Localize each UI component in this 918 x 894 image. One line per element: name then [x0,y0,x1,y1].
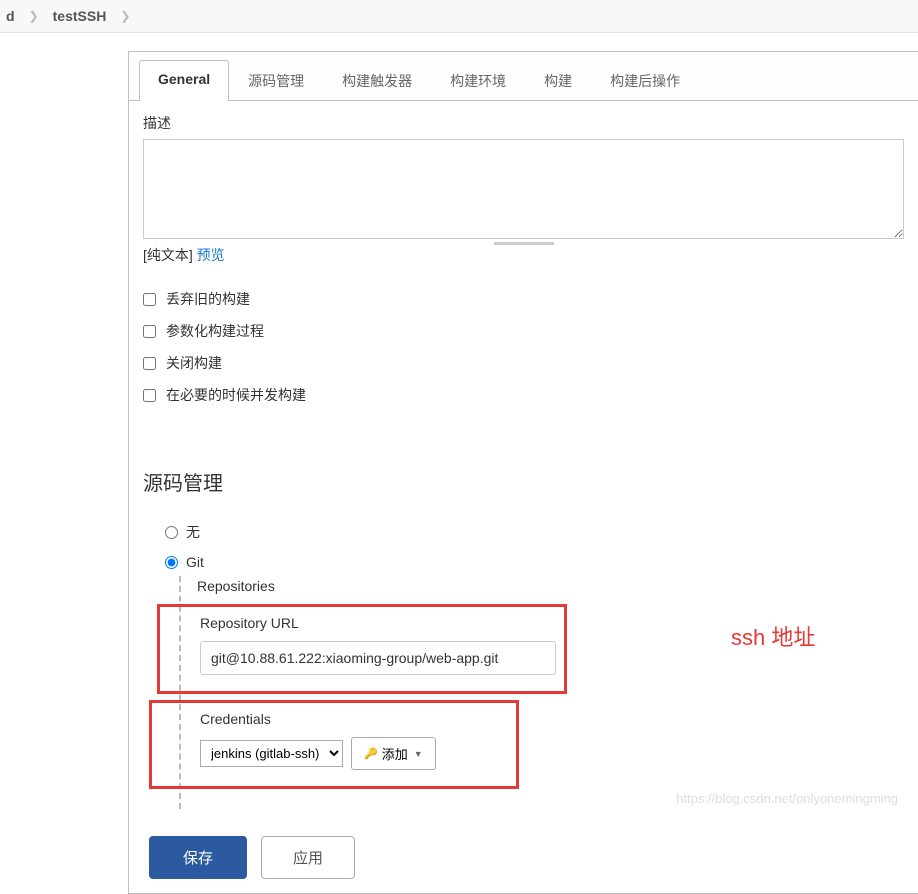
save-button[interactable]: 保存 [149,836,247,879]
tab-general[interactable]: General [139,60,229,101]
tab-post[interactable]: 构建后操作 [591,60,699,101]
chevron-down-icon: ▼ [414,749,423,759]
tab-triggers[interactable]: 构建触发器 [323,60,431,101]
tab-bar: General 源码管理 构建触发器 构建环境 构建 构建后操作 [129,52,918,101]
watermark: https://blog.csdn.net/onlyonemingming [676,791,898,806]
chevron-right-icon: ❯ [112,9,138,23]
scm-none-radio[interactable] [165,526,178,539]
discard-old-builds-label: 丢弃旧的构建 [166,289,250,309]
repo-url-input[interactable] [200,641,556,675]
credentials-highlight: Credentials jenkins (gitlab-ssh) 🔑 添加 ▼ [149,700,519,789]
plaintext-label: [纯文本] [143,247,197,263]
disable-build-checkbox[interactable] [143,357,156,370]
credentials-select[interactable]: jenkins (gitlab-ssh) [200,740,343,767]
concurrent-build-label: 在必要的时候并发构建 [166,385,306,405]
scm-git-radio[interactable] [165,556,178,569]
parameterized-build-checkbox[interactable] [143,325,156,338]
config-panel: General 源码管理 构建触发器 构建环境 构建 构建后操作 描述 [纯文本… [128,51,918,894]
scm-heading: 源码管理 [143,467,904,496]
tab-env[interactable]: 构建环境 [431,60,525,101]
discard-old-builds-checkbox[interactable] [143,293,156,306]
scm-none-label: 无 [186,522,200,542]
parameterized-build-label: 参数化构建过程 [166,321,264,341]
disable-build-label: 关闭构建 [166,353,222,373]
add-button-label: 添加 [382,744,408,763]
description-input[interactable] [143,139,904,239]
repo-url-highlight: Repository URL [157,604,567,694]
scm-git-label: Git [186,554,204,570]
breadcrumb-job[interactable]: testSSH [47,8,113,24]
apply-button[interactable]: 应用 [261,836,355,879]
repo-url-label: Repository URL [200,615,556,631]
breadcrumb-root[interactable]: d [0,8,21,24]
format-row: [纯文本] 预览 [143,245,904,265]
tab-scm[interactable]: 源码管理 [229,60,323,101]
chevron-right-icon: ❯ [21,9,47,23]
breadcrumb: d ❯ testSSH ❯ [0,0,918,33]
ssh-annotation: ssh 地址 [731,620,815,652]
preview-link[interactable]: 预览 [197,247,225,263]
concurrent-build-checkbox[interactable] [143,389,156,402]
add-credentials-button[interactable]: 🔑 添加 ▼ [351,737,436,770]
tab-build[interactable]: 构建 [525,60,591,101]
description-label: 描述 [143,113,904,133]
repositories-label: Repositories [197,578,904,594]
key-icon: 🔑 [364,747,378,760]
credentials-label: Credentials [200,711,508,727]
